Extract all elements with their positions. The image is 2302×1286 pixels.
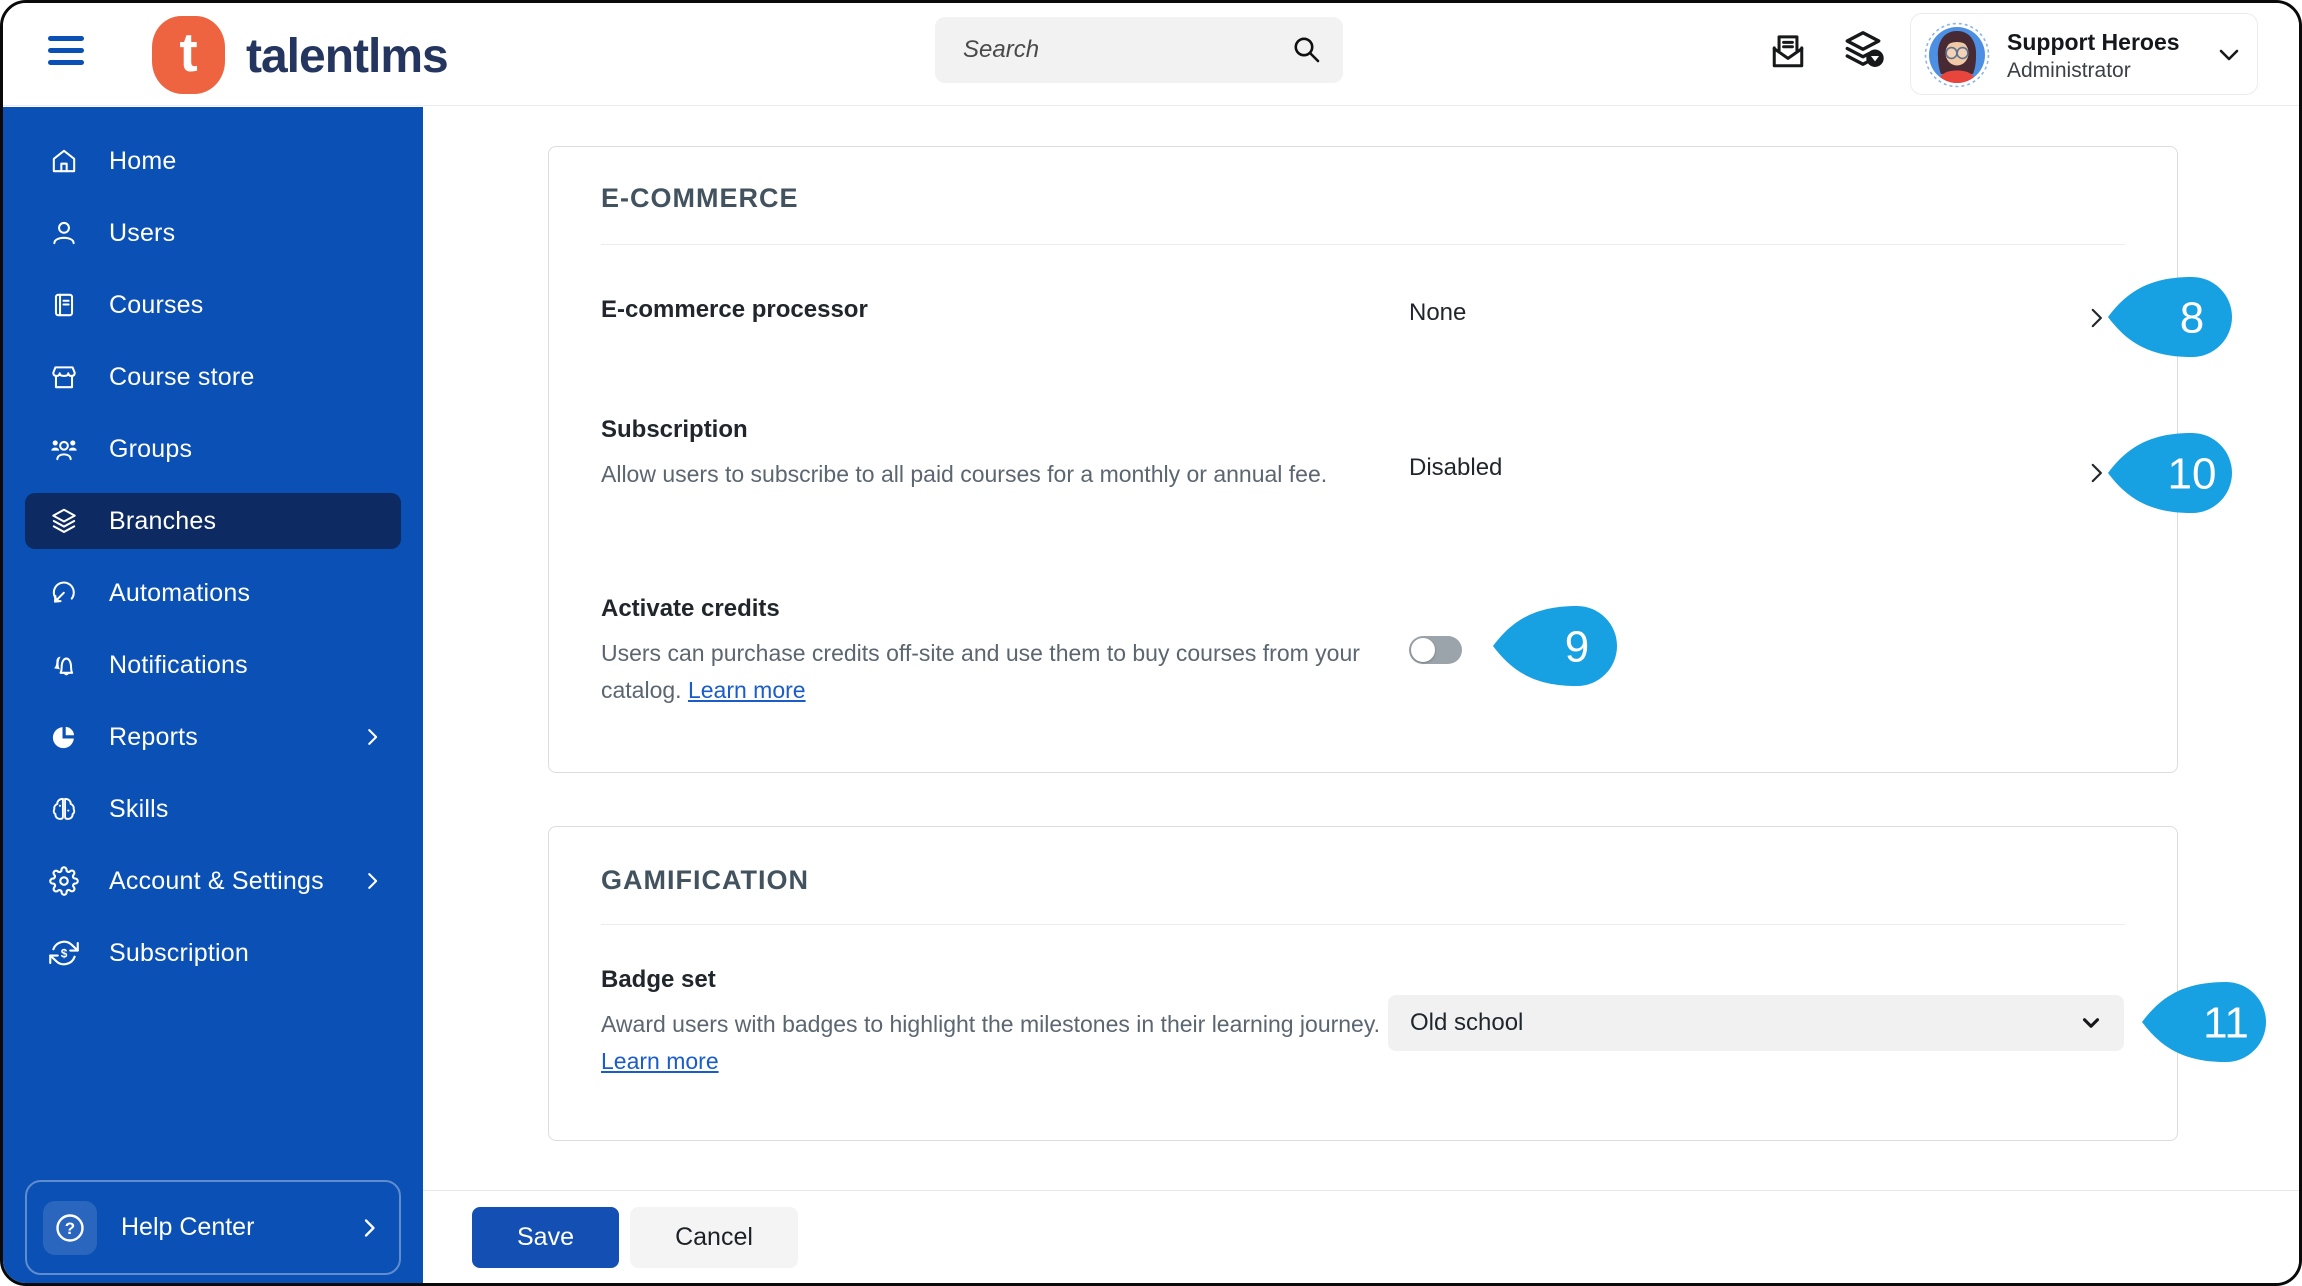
sidebar-item-users[interactable]: Users xyxy=(25,205,401,261)
badge-desc-text: Award users with badges to highlight the… xyxy=(601,1011,1381,1037)
course-store-icon xyxy=(49,362,79,392)
app-window: t talentlms Search Support Heroes Admini… xyxy=(0,0,2302,1286)
learn-more-link[interactable]: Learn more xyxy=(601,1048,719,1074)
svg-text:$: $ xyxy=(61,946,68,960)
logo-initial: t xyxy=(179,21,198,83)
gamification-section: GAMIFICATION Badge set Award users with … xyxy=(548,826,2178,1141)
ecommerce-section: E-COMMERCE E-commerce processor None Sub… xyxy=(548,146,2178,773)
search-icon[interactable] xyxy=(1291,34,1323,71)
users-icon xyxy=(49,218,79,248)
sidebar-item-label: Reports xyxy=(109,722,198,751)
badge-set-value: Old school xyxy=(1410,1009,1524,1036)
subscription-value: Disabled xyxy=(1409,454,1503,481)
chevron-down-icon[interactable] xyxy=(2215,43,2243,72)
search-input[interactable] xyxy=(935,17,1343,83)
chevron-right-icon xyxy=(361,726,383,748)
divider xyxy=(423,1190,2299,1191)
sidebar-item-label: Subscription xyxy=(109,938,249,967)
chevron-right-icon[interactable] xyxy=(2083,305,2109,331)
home-icon xyxy=(49,146,79,176)
sidebar-item-label: Home xyxy=(109,146,177,175)
activate-credits-description: Users can purchase credits off-site and … xyxy=(601,635,1381,709)
sidebar-item-label: Course store xyxy=(109,362,255,391)
sidebar-item-branches[interactable]: Branches xyxy=(25,493,401,549)
branch-switcher-icon[interactable] xyxy=(1839,26,1887,79)
sidebar-item-label: Skills xyxy=(109,794,169,823)
talentlms-logo-icon[interactable]: t xyxy=(152,16,225,94)
save-button[interactable]: Save xyxy=(472,1207,619,1268)
sidebar-item-courses[interactable]: Courses xyxy=(25,277,401,333)
settings-gear-icon xyxy=(49,866,79,896)
svg-text:?: ? xyxy=(65,1219,75,1238)
main-content: E-COMMERCE E-commerce processor None Sub… xyxy=(423,107,2299,1283)
search-box[interactable] xyxy=(935,17,1343,83)
courses-icon xyxy=(49,290,79,320)
automations-icon xyxy=(49,578,79,608)
divider xyxy=(601,244,2125,245)
chevron-right-icon xyxy=(361,870,383,892)
divider xyxy=(601,924,2125,925)
toggle-knob xyxy=(1411,638,1435,662)
subscription-description: Allow users to subscribe to all paid cou… xyxy=(601,461,1328,487)
badge-set-select[interactable]: Old school xyxy=(1388,995,2124,1051)
branches-icon xyxy=(49,506,79,536)
profile-name: Support Heroes xyxy=(2007,29,2180,55)
profile-menu[interactable]: Support Heroes Administrator xyxy=(1910,13,2258,95)
activate-credits-toggle[interactable] xyxy=(1409,636,1462,664)
badge-set-label: Badge set xyxy=(601,966,716,993)
chevron-right-icon[interactable] xyxy=(2083,460,2109,486)
help-center-label: Help Center xyxy=(121,1213,255,1241)
brand-wordmark: talentlms xyxy=(246,30,449,83)
subscription-label: Subscription xyxy=(601,416,748,443)
top-bar: t talentlms Search Support Heroes Admini… xyxy=(3,3,2299,106)
help-icon: ? xyxy=(43,1200,97,1255)
section-title: GAMIFICATION xyxy=(601,865,809,895)
sidebar-item-label: Courses xyxy=(109,290,204,319)
learn-more-link[interactable]: Learn more xyxy=(688,677,806,703)
sidebar-item-automations[interactable]: Automations xyxy=(25,565,401,621)
sidebar-item-notifications[interactable]: Notifications xyxy=(25,637,401,693)
sidebar: Home Users Courses Course store Groups B… xyxy=(3,107,423,1283)
hamburger-menu-icon[interactable] xyxy=(48,36,86,72)
activate-credits-label: Activate credits xyxy=(601,595,780,622)
subscription-icon: $ xyxy=(49,938,79,968)
ecommerce-processor-value: None xyxy=(1409,299,1467,326)
sidebar-item-reports[interactable]: Reports xyxy=(25,709,401,765)
badge-set-description: Award users with badges to highlight the… xyxy=(601,1006,1381,1080)
sidebar-item-label: Groups xyxy=(109,434,193,463)
inbox-messages-icon[interactable] xyxy=(1766,28,1810,81)
chevron-right-icon xyxy=(357,1216,381,1240)
cancel-button[interactable]: Cancel xyxy=(630,1207,798,1268)
avatar xyxy=(1924,22,1990,88)
sidebar-item-skills[interactable]: Skills xyxy=(25,781,401,837)
sidebar-item-label: Notifications xyxy=(109,650,248,679)
help-center[interactable]: ? Help Center xyxy=(25,1180,401,1275)
section-title: E-COMMERCE xyxy=(601,183,799,213)
profile-role: Administrator xyxy=(2007,59,2131,82)
sidebar-item-label: Automations xyxy=(109,578,251,607)
groups-icon xyxy=(49,434,79,464)
sidebar-item-groups[interactable]: Groups xyxy=(25,421,401,477)
sidebar-item-subscription[interactable]: $ Subscription xyxy=(25,925,401,981)
sidebar-item-label: Branches xyxy=(109,506,217,535)
sidebar-item-label: Users xyxy=(109,218,176,247)
chevron-down-icon xyxy=(2078,1010,2104,1036)
ecommerce-processor-label: E-commerce processor xyxy=(601,296,868,323)
sidebar-item-home[interactable]: Home xyxy=(25,133,401,189)
notifications-icon xyxy=(49,650,79,680)
reports-icon xyxy=(49,722,79,752)
skills-icon xyxy=(49,794,79,824)
sidebar-item-account-settings[interactable]: Account & Settings xyxy=(25,853,401,909)
sidebar-item-label: Account & Settings xyxy=(109,866,324,895)
sidebar-item-course-store[interactable]: Course store xyxy=(25,349,401,405)
